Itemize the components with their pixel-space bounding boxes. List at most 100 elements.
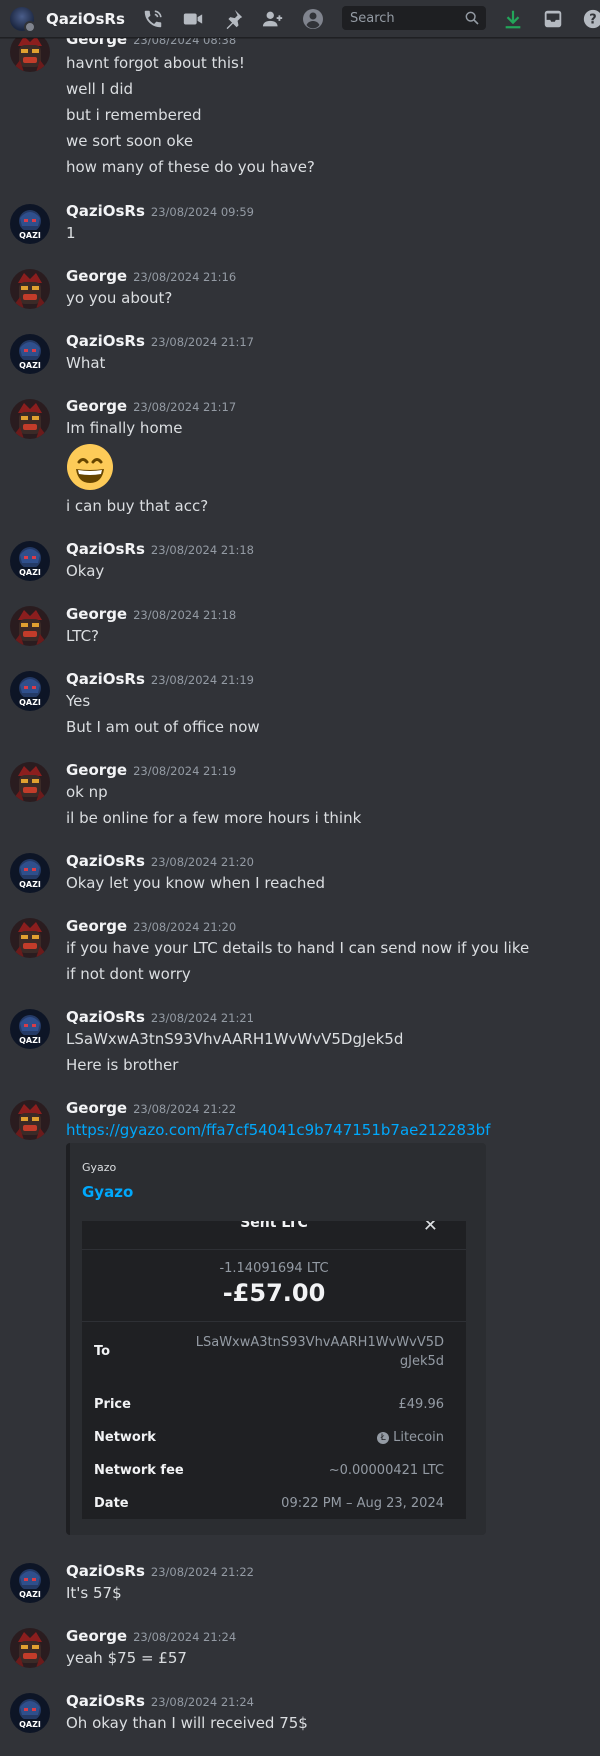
user-profile-icon[interactable] — [300, 6, 326, 32]
network-name: Litecoin — [393, 1430, 444, 1445]
message-text: yeah $75 = £57 — [66, 1649, 187, 1667]
embed-image[interactable]: Sent LTC ✕ -1.14091694 LTC -£57.00 To LS… — [82, 1221, 466, 1519]
message-text: What — [66, 354, 106, 372]
channel-avatar[interactable] — [10, 6, 36, 33]
embed-title[interactable]: Gyazo — [82, 1183, 133, 1201]
message-author[interactable]: George 23/08/2024 21:20 — [66, 917, 236, 935]
detail-key: Network — [94, 1430, 156, 1445]
message-text: LTC? — [66, 627, 100, 645]
avatar-george[interactable] — [10, 918, 50, 958]
help-icon[interactable]: ? — [580, 6, 600, 32]
message-timestamp: 23/08/2024 21:22 — [150, 1565, 254, 1579]
message-author[interactable]: George 23/08/2024 21:22 — [66, 1099, 236, 1117]
message-timestamp: 23/08/2024 21:20 — [133, 920, 237, 934]
svg-text:?: ? — [589, 12, 596, 27]
message-author[interactable]: QaziOsRs 23/08/2024 21:19 — [66, 670, 254, 688]
message-text: yo you about? — [66, 289, 173, 307]
avatar-george[interactable] — [10, 606, 50, 646]
avatar-qazi[interactable] — [10, 671, 50, 711]
message-author[interactable]: QaziOsRs 23/08/2024 21:22 — [66, 1562, 254, 1580]
message-text: Here is brother — [66, 1056, 179, 1074]
add-friends-to-dm-icon[interactable] — [260, 6, 286, 32]
voice-call-icon[interactable] — [140, 6, 166, 32]
detail-row-date: Date 09:22 PM – Aug 23, 2024 — [94, 1496, 444, 1516]
pinned-messages-icon[interactable] — [220, 6, 246, 32]
detail-value: LSaWxwA3tnS93VhvAARH1WvWvV5DgJek5d — [195, 1335, 444, 1369]
author-name[interactable]: QaziOsRs — [66, 1692, 145, 1710]
detail-key: To — [94, 1344, 111, 1359]
divider — [82, 1321, 466, 1322]
message-text: Yes — [66, 692, 91, 710]
message-text: It's 57$ — [66, 1584, 122, 1602]
author-name[interactable]: QaziOsRs — [66, 670, 145, 688]
video-call-icon[interactable] — [180, 6, 206, 32]
message-author[interactable]: QaziOsRs 23/08/2024 21:21 — [66, 1008, 254, 1026]
author-name[interactable]: George — [66, 605, 127, 623]
author-name[interactable]: George — [66, 397, 127, 415]
message-author[interactable]: George 23/08/2024 21:17 — [66, 397, 236, 415]
author-name[interactable]: George — [66, 1099, 127, 1117]
link-embed: Gyazo Gyazo Sent LTC ✕ -1.14091694 LTC -… — [66, 1143, 486, 1535]
message-author[interactable]: George 23/08/2024 21:18 — [66, 605, 236, 623]
avatar-george[interactable] — [10, 269, 50, 309]
message-timestamp: 23/08/2024 21:18 — [150, 543, 254, 557]
author-name[interactable]: QaziOsRs — [66, 852, 145, 870]
avatar-george[interactable] — [10, 399, 50, 439]
litecoin-icon: Ł — [377, 1431, 390, 1444]
embed-provider[interactable]: Gyazo — [82, 1161, 116, 1174]
message-text: Okay — [66, 562, 105, 580]
download-icon[interactable] — [500, 6, 526, 32]
avatar-qazi[interactable] — [10, 1693, 50, 1733]
author-name[interactable]: QaziOsRs — [66, 1008, 145, 1026]
message-author[interactable]: George 23/08/2024 21:19 — [66, 761, 236, 779]
message-timestamp: 23/08/2024 21:22 — [133, 1102, 237, 1116]
message-timestamp: 23/08/2024 21:17 — [150, 335, 254, 349]
author-name[interactable]: QaziOsRs — [66, 332, 145, 350]
message-text: well I did — [66, 80, 134, 98]
detail-key: Network fee — [94, 1463, 184, 1478]
message-timestamp: 23/08/2024 21:19 — [133, 764, 237, 778]
avatar-qazi[interactable] — [10, 1563, 50, 1603]
message-author[interactable]: QaziOsRs 23/08/2024 09:59 — [66, 202, 254, 220]
avatar-qazi[interactable] — [10, 541, 50, 581]
card-header: Sent LTC ✕ — [82, 1221, 466, 1250]
inbox-icon[interactable] — [540, 6, 566, 32]
search-box[interactable] — [342, 6, 486, 30]
message-author[interactable]: QaziOsRs 23/08/2024 21:20 — [66, 852, 254, 870]
detail-row-network: Network Ł Litecoin — [94, 1430, 444, 1450]
message-text: if you have your LTC details to hand I c… — [66, 939, 530, 957]
avatar-george[interactable] — [10, 762, 50, 802]
author-name[interactable]: George — [66, 267, 127, 285]
message-text: i can buy that acc? — [66, 497, 209, 515]
author-name[interactable]: QaziOsRs — [66, 1562, 145, 1580]
avatar-qazi[interactable] — [10, 334, 50, 374]
detail-value: £49.96 — [398, 1397, 445, 1412]
search-input[interactable] — [348, 9, 462, 27]
message-text: 1 — [66, 224, 76, 242]
message-timestamp: 23/08/2024 21:24 — [150, 1695, 254, 1709]
message-author[interactable]: George 23/08/2024 21:16 — [66, 267, 236, 285]
detail-row-network-fee: Network fee ~0.00000421 LTC — [94, 1463, 444, 1483]
author-name[interactable]: George — [66, 917, 127, 935]
avatar-qazi[interactable] — [10, 1009, 50, 1049]
avatar-qazi[interactable] — [10, 204, 50, 244]
header-actions — [140, 0, 340, 37]
message-author[interactable]: QaziOsRs 23/08/2024 21:17 — [66, 332, 254, 350]
message-author[interactable]: QaziOsRs 23/08/2024 21:18 — [66, 540, 254, 558]
avatar-george[interactable] — [10, 1100, 50, 1140]
message-timestamp: 23/08/2024 21:21 — [150, 1011, 254, 1025]
author-name[interactable]: QaziOsRs — [66, 540, 145, 558]
message-text: we sort soon oke — [66, 132, 194, 150]
author-name[interactable]: George — [66, 761, 127, 779]
avatar-george[interactable] — [10, 32, 50, 72]
author-name[interactable]: George — [66, 1627, 127, 1645]
author-name[interactable]: QaziOsRs — [66, 202, 145, 220]
message-author[interactable]: George 23/08/2024 21:24 — [66, 1627, 236, 1645]
avatar-qazi[interactable] — [10, 853, 50, 893]
message-link[interactable]: https://gyazo.com/ffa7cf54041c9b747151b7… — [66, 1121, 490, 1139]
avatar-george[interactable] — [10, 1628, 50, 1668]
message-timestamp: 23/08/2024 21:24 — [133, 1630, 237, 1644]
header-right-actions: ? — [500, 0, 600, 37]
message-author[interactable]: QaziOsRs 23/08/2024 21:24 — [66, 1692, 254, 1710]
message-text: il be online for a few more hours i thin… — [66, 809, 362, 827]
